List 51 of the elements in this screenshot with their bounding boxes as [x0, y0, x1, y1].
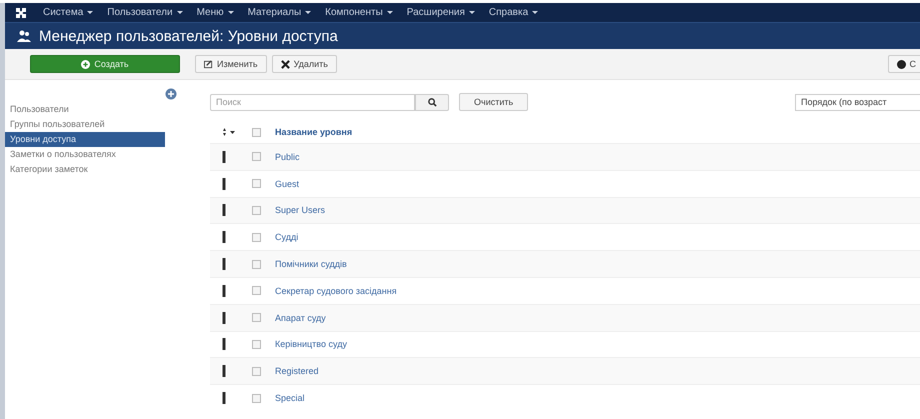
checkbox[interactable] [252, 128, 261, 136]
logo-icon[interactable] [15, 6, 27, 18]
users-icon [17, 30, 31, 42]
level-link[interactable]: Секретар судового засідання [275, 286, 397, 296]
checkbox[interactable] [252, 366, 261, 376]
level-link[interactable]: Керівництво суду [275, 339, 347, 350]
sidebar-item[interactable]: Группы пользователей [5, 117, 165, 132]
page-title: Менеджер пользователей: Уровни доступа [39, 28, 338, 44]
sidebar-item[interactable]: Категории заметок [5, 162, 165, 177]
checkbox[interactable] [252, 286, 261, 296]
menu-item[interactable]: Материалы [248, 7, 312, 18]
toolbar-button[interactable]: Создать [30, 55, 180, 73]
checkbox[interactable] [252, 152, 261, 162]
checkbox[interactable] [252, 260, 261, 269]
level-link[interactable]: Апарат суду [275, 312, 326, 323]
help-button[interactable]: С [888, 55, 920, 73]
level-link[interactable]: Судді [275, 232, 298, 242]
circle-icon [896, 60, 906, 68]
checkbox[interactable] [252, 340, 261, 349]
sidebar-item[interactable]: Уровни доступа [5, 132, 165, 147]
menu-item[interactable]: Меню [196, 7, 234, 18]
search-icon [428, 98, 436, 106]
search-button[interactable] [415, 94, 449, 110]
toolbar-button[interactable]: Изменить [195, 55, 267, 73]
checkbox[interactable] [252, 313, 261, 322]
menu-item[interactable]: Расширения [406, 7, 475, 18]
sidebar-item[interactable]: Заметки о пользователях [5, 147, 165, 162]
level-link[interactable]: Guest [275, 178, 300, 189]
menu-item[interactable]: Система [43, 7, 94, 18]
edit-icon [204, 60, 213, 68]
level-link[interactable]: Public [275, 152, 300, 162]
menu-item[interactable]: Компоненты [325, 7, 393, 18]
search-field[interactable]: Поиск [210, 94, 415, 110]
menu-item[interactable]: Пользователи [107, 7, 183, 18]
level-link[interactable]: Special [275, 393, 305, 404]
collapse-icon[interactable] [165, 88, 177, 100]
level-link[interactable]: Помічники суддів [275, 259, 347, 270]
cross-icon [280, 60, 290, 68]
column-header[interactable]: Название уровня [275, 127, 352, 137]
checkbox[interactable] [252, 206, 261, 215]
plus-circle-icon [81, 60, 90, 68]
menu-item[interactable]: Справка [488, 7, 538, 18]
clear-button[interactable]: Очистить [459, 93, 528, 111]
checkbox[interactable] [252, 179, 261, 188]
checkbox[interactable] [252, 394, 261, 403]
toolbar-button[interactable]: Удалить [272, 55, 337, 73]
level-link[interactable]: Super Users [275, 205, 326, 216]
sidebar-item[interactable]: Пользователи [5, 102, 165, 117]
checkbox[interactable] [252, 232, 261, 242]
level-link[interactable]: Registered [275, 366, 319, 376]
ordering-dropdown[interactable]: Порядок (по возраст [795, 94, 920, 110]
